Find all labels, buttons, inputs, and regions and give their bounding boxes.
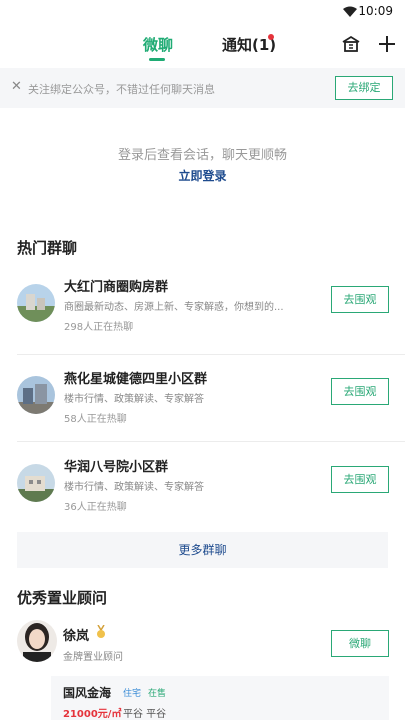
advisor-title: 金牌置业顾问	[63, 652, 123, 663]
hot-groups-title: 热门群聊	[17, 239, 78, 257]
advisor-avatar	[17, 620, 57, 662]
tab-weiliao[interactable]: 微聊	[143, 34, 173, 55]
group-count: 58人正在热聊	[64, 414, 127, 425]
advisors-title: 优秀置业顾问	[17, 589, 108, 607]
status-bar: 10:09	[0, 0, 405, 24]
status-time: 10:09	[358, 4, 393, 18]
group-avatar	[17, 376, 55, 414]
group-desc: 楼市行情、政策解读、专家解答	[64, 482, 204, 493]
bind-notice-text: 关注绑定公众号，不错过任何聊天消息	[28, 83, 215, 96]
login-link[interactable]: 立即登录	[0, 167, 405, 184]
join-group-button[interactable]: 去围观	[331, 286, 389, 313]
group-avatar	[17, 284, 55, 322]
tab-active-indicator	[149, 58, 165, 61]
project-price: 21000元/㎡	[63, 709, 122, 720]
plus-icon[interactable]	[376, 33, 398, 55]
project-name: 国风金海	[63, 686, 112, 700]
group-name: 燕化星城健德四里小区群	[64, 372, 208, 387]
advisor-card[interactable]: 徐岚 金牌置业顾问 微聊 国风金海 住宅 在售 21000元/㎡ 平谷 平谷	[17, 620, 389, 720]
advisor-name: 徐岚	[63, 629, 90, 644]
header: 微聊 通知(1)	[0, 24, 405, 66]
group-item[interactable]: 燕化星城健德四里小区群 楼市行情、政策解读、专家解答 58人正在热聊 去围观	[17, 364, 389, 446]
bind-notice-bar: ✕ 关注绑定公众号，不错过任何聊天消息 去绑定	[0, 68, 405, 108]
group-count: 36人正在热聊	[64, 502, 127, 513]
bind-button[interactable]: 去绑定	[335, 76, 393, 100]
wifi-icon	[343, 6, 357, 17]
join-group-button[interactable]: 去围观	[331, 378, 389, 405]
notification-dot	[268, 34, 274, 40]
more-groups-button[interactable]: 更多群聊	[17, 532, 388, 568]
group-name: 华润八号院小区群	[64, 460, 169, 475]
advisor-project-card[interactable]: 国风金海 住宅 在售 21000元/㎡ 平谷 平谷	[51, 676, 389, 720]
project-area: 平谷 平谷	[123, 709, 167, 720]
medal-icon	[97, 625, 105, 638]
house-icon[interactable]	[340, 33, 362, 55]
login-tip: 登录后查看会话，聊天更顺畅	[117, 148, 287, 163]
group-item[interactable]: 大红门商圈购房群 商圈最新动态、房源上新、专家解惑，你想到的... 298人正在…	[17, 272, 389, 354]
group-desc: 楼市行情、政策解读、专家解答	[64, 394, 204, 405]
group-desc: 商圈最新动态、房源上新、专家解惑，你想到的...	[64, 302, 284, 313]
group-avatar	[17, 464, 55, 502]
divider	[17, 441, 405, 442]
project-tag: 住宅	[123, 689, 142, 699]
chat-button[interactable]: 微聊	[331, 630, 389, 657]
group-count: 298人正在热聊	[64, 322, 134, 333]
divider	[17, 354, 405, 355]
group-name: 大红门商圈购房群	[64, 280, 169, 295]
join-group-button[interactable]: 去围观	[331, 466, 389, 493]
close-icon[interactable]: ✕	[11, 79, 22, 94]
group-item[interactable]: 华润八号院小区群 楼市行情、政策解读、专家解答 36人正在热聊 去围观	[17, 452, 389, 534]
project-status-tag: 在售	[148, 689, 167, 699]
